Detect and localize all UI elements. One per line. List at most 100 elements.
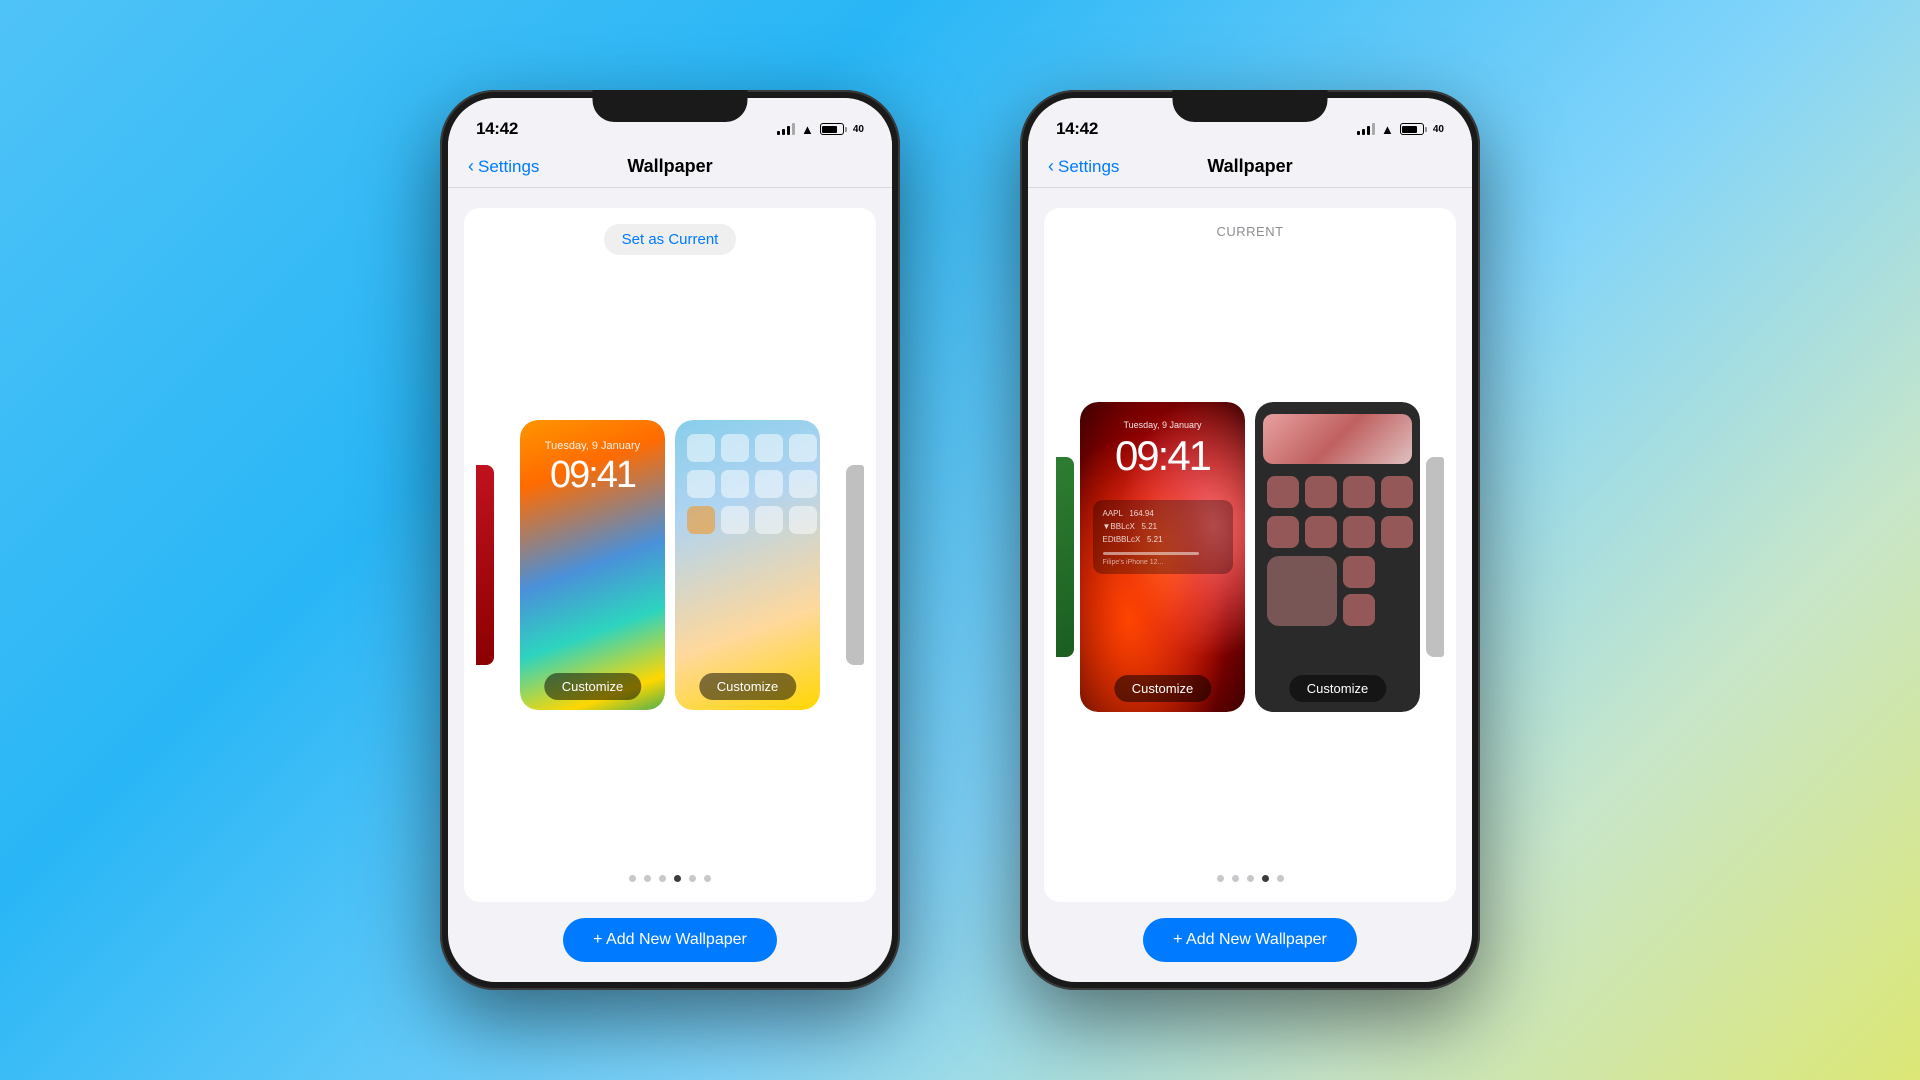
screen-left: 14:42 ▲ 40	[448, 98, 892, 982]
app-icon-red	[1343, 516, 1375, 548]
back-label-right: Settings	[1058, 157, 1119, 177]
nav-title-right: Wallpaper	[1207, 156, 1292, 177]
back-label-left: Settings	[478, 157, 539, 177]
set-current-button[interactable]: Set as Current	[604, 224, 737, 255]
home-preview-bg	[675, 420, 820, 710]
app-icon	[721, 434, 749, 462]
home-screen-preview-right[interactable]: Customize	[1255, 402, 1420, 712]
app-icon-red	[1343, 594, 1375, 626]
lock-time-right: 09:41	[1115, 432, 1210, 480]
home-top-bar	[1263, 414, 1412, 464]
app-icon	[789, 434, 817, 462]
chevron-icon-right: ‹	[1048, 156, 1054, 177]
lock-screen-preview-left[interactable]: Tuesday, 9 January 09:41 Customize	[520, 420, 665, 710]
app-icon	[789, 470, 817, 498]
dot-2	[644, 875, 651, 882]
customize-lock-btn-left[interactable]: Customize	[544, 673, 641, 700]
add-wallpaper-button-left[interactable]: + Add New Wallpaper	[563, 918, 777, 962]
app-icon	[721, 470, 749, 498]
app-grid-row2	[683, 470, 812, 498]
phone-right: 14:42 ▲ 40	[1020, 90, 1480, 990]
content-right: CURRENT Tuesday, 9 January	[1028, 188, 1472, 982]
customize-lock-btn-right[interactable]: Customize	[1114, 675, 1211, 702]
side-strip-left-right	[1056, 457, 1074, 657]
app-grid-row3	[683, 506, 812, 534]
app-icon-red-lg	[1267, 556, 1337, 626]
nav-bar-left: ‹ Settings Wallpaper	[448, 148, 892, 188]
dot-1	[629, 875, 636, 882]
phone-left: 14:42 ▲ 40	[440, 90, 900, 990]
current-label: CURRENT	[1216, 224, 1283, 239]
customize-home-btn-right[interactable]: Customize	[1289, 675, 1386, 702]
app-icon	[755, 506, 783, 534]
screen-right: 14:42 ▲ 40	[1028, 98, 1472, 982]
app-icon-red-group	[1343, 556, 1408, 626]
stock-bar	[1103, 552, 1199, 555]
dot-r4-active	[1262, 875, 1269, 882]
lock-screen-preview-right[interactable]: Tuesday, 9 January 09:41 AAPL 164.94 ▼BB…	[1080, 402, 1245, 712]
app-icon-red	[1267, 516, 1299, 548]
side-strip-right-left	[846, 465, 864, 665]
app-icon-red	[1267, 476, 1299, 508]
app-icon-red	[1381, 476, 1413, 508]
battery-left	[820, 123, 847, 135]
lock-info-left: Tuesday, 9 January 09:41	[545, 440, 640, 497]
chevron-icon-left: ‹	[468, 156, 474, 177]
dot-r2	[1232, 875, 1239, 882]
wallpaper-previews-left: Tuesday, 9 January 09:41 Customize	[476, 269, 864, 861]
dot-3	[659, 875, 666, 882]
lock-preview-red-bg: Tuesday, 9 January 09:41 AAPL 164.94 ▼BB…	[1080, 402, 1245, 712]
wallpaper-previews-right: Tuesday, 9 January 09:41 AAPL 164.94 ▼BB…	[1056, 253, 1444, 861]
back-button-left[interactable]: ‹ Settings	[468, 156, 539, 177]
dot-6	[704, 875, 711, 882]
app-icon	[721, 506, 749, 534]
lock-date-right: Tuesday, 9 January	[1115, 420, 1210, 430]
status-time-right: 14:42	[1056, 119, 1098, 139]
notch-right	[1173, 90, 1328, 122]
side-strip-left-left	[476, 465, 494, 665]
home-preview-red-bg	[1255, 402, 1420, 712]
dot-r3	[1247, 875, 1254, 882]
nav-bar-right: ‹ Settings Wallpaper	[1028, 148, 1472, 188]
home-screen-preview-left[interactable]: Customize	[675, 420, 820, 710]
wallpaper-card-right: CURRENT Tuesday, 9 January	[1044, 208, 1456, 902]
app-icon	[755, 434, 783, 462]
dot-4-active	[674, 875, 681, 882]
app-icon-red	[1343, 476, 1375, 508]
signal-icon-left	[777, 123, 795, 135]
app-grid-row1	[683, 434, 812, 462]
lock-date-left: Tuesday, 9 January	[545, 440, 640, 452]
app-grid-red-row1	[1263, 476, 1412, 508]
back-button-right[interactable]: ‹ Settings	[1048, 156, 1119, 177]
app-icon	[687, 506, 715, 534]
side-strip-right-right	[1426, 457, 1444, 657]
stock-info: AAPL 164.94 ▼BBLcX 5.21 EDtBBLcX 5.21	[1103, 508, 1223, 546]
wallpaper-card-left: Set as Current Tuesday, 9 January	[464, 208, 876, 902]
app-grid-red-row2	[1263, 516, 1412, 548]
app-icon-red	[1381, 516, 1413, 548]
nav-title-left: Wallpaper	[627, 156, 712, 177]
dot-r5	[1277, 875, 1284, 882]
dot-r1	[1217, 875, 1224, 882]
battery-num-right: 40	[1433, 124, 1444, 135]
status-icons-left: ▲ 40	[777, 122, 864, 137]
signal-icon-right	[1357, 123, 1375, 135]
battery-right	[1400, 123, 1427, 135]
app-icon	[755, 470, 783, 498]
status-time-left: 14:42	[476, 119, 518, 139]
battery-num-left: 40	[853, 124, 864, 135]
customize-home-btn-left[interactable]: Customize	[699, 673, 796, 700]
stock-caption: Filipe's iPhone 12...	[1103, 559, 1223, 566]
app-icon-red	[1343, 556, 1375, 588]
app-icon-red	[1305, 516, 1337, 548]
lock-preview-bg: Tuesday, 9 January 09:41	[520, 420, 665, 710]
stock-widget: AAPL 164.94 ▼BBLcX 5.21 EDtBBLcX 5.21 Fi…	[1093, 500, 1233, 574]
lock-info-right: Tuesday, 9 January 09:41	[1115, 420, 1210, 480]
app-icon-red	[1305, 476, 1337, 508]
notch-left	[593, 90, 748, 122]
wifi-icon-left: ▲	[801, 122, 814, 137]
scene: 14:42 ▲ 40	[440, 90, 1480, 990]
dot-5	[689, 875, 696, 882]
add-wallpaper-button-right[interactable]: + Add New Wallpaper	[1143, 918, 1357, 962]
app-grid-red-row3	[1263, 556, 1412, 626]
